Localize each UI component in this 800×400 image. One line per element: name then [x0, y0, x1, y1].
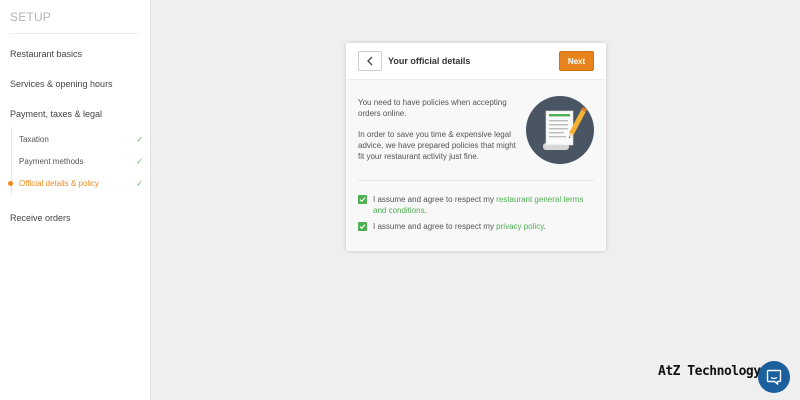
setup-sidebar: SETUP Restaurant basics Services & openi…	[0, 0, 151, 400]
card-divider	[358, 180, 594, 181]
official-details-card: Your official details Next You need to h…	[346, 43, 606, 251]
sidebar-subitem-payment-methods[interactable]: Payment methods ✓	[19, 157, 143, 166]
terms-checkbox[interactable]	[358, 195, 367, 204]
active-indicator-dot	[8, 181, 13, 186]
privacy-link[interactable]: privacy policy	[496, 222, 543, 231]
period: .	[543, 222, 546, 231]
sidebar-item-payment-taxes-legal[interactable]: Payment, taxes & legal	[10, 109, 102, 119]
document-pen-icon	[526, 96, 594, 164]
chat-button[interactable]	[758, 361, 790, 393]
terms-consent-text: I assume and agree to respect my restaur…	[373, 194, 594, 216]
check-icon: ✓	[136, 157, 143, 166]
chat-icon	[766, 369, 782, 385]
check-icon	[359, 197, 366, 203]
privacy-checkbox[interactable]	[358, 222, 367, 231]
card-header: Your official details Next	[346, 43, 606, 80]
sidebar-subitem-taxation[interactable]: Taxation ✓	[19, 135, 143, 144]
sidebar-item-receive-orders[interactable]: Receive orders	[10, 213, 71, 223]
sidebar-item-services-hours[interactable]: Services & opening hours	[10, 79, 113, 89]
privacy-consent-text: I assume and agree to respect my privacy…	[373, 221, 594, 232]
back-button[interactable]	[358, 51, 382, 71]
sidebar-subitem-official-details[interactable]: Official details & policy ✓	[19, 179, 143, 188]
consent-prefix: I assume and agree to respect my	[373, 195, 497, 204]
check-icon: ✓	[136, 135, 143, 144]
check-icon	[359, 224, 366, 230]
next-button[interactable]: Next	[559, 51, 594, 71]
subitem-label: Payment methods	[19, 157, 84, 166]
chevron-left-icon	[367, 56, 373, 66]
sidebar-divider	[10, 33, 139, 34]
policy-note: In order to save you time & expensive le…	[358, 130, 516, 161]
card-title: Your official details	[388, 56, 471, 66]
sidebar-item-restaurant-basics[interactable]: Restaurant basics	[10, 49, 82, 59]
check-icon: ✓	[136, 179, 143, 188]
subitem-label: Official details & policy	[19, 179, 99, 188]
subitem-label: Taxation	[19, 135, 49, 144]
sidebar-title: SETUP	[10, 10, 52, 24]
period: .	[424, 206, 427, 215]
consent-prefix: I assume and agree to respect my	[373, 222, 497, 231]
intro-text: You need to have policies when accepting…	[358, 98, 507, 118]
watermark: AtZ Technology	[658, 364, 761, 379]
